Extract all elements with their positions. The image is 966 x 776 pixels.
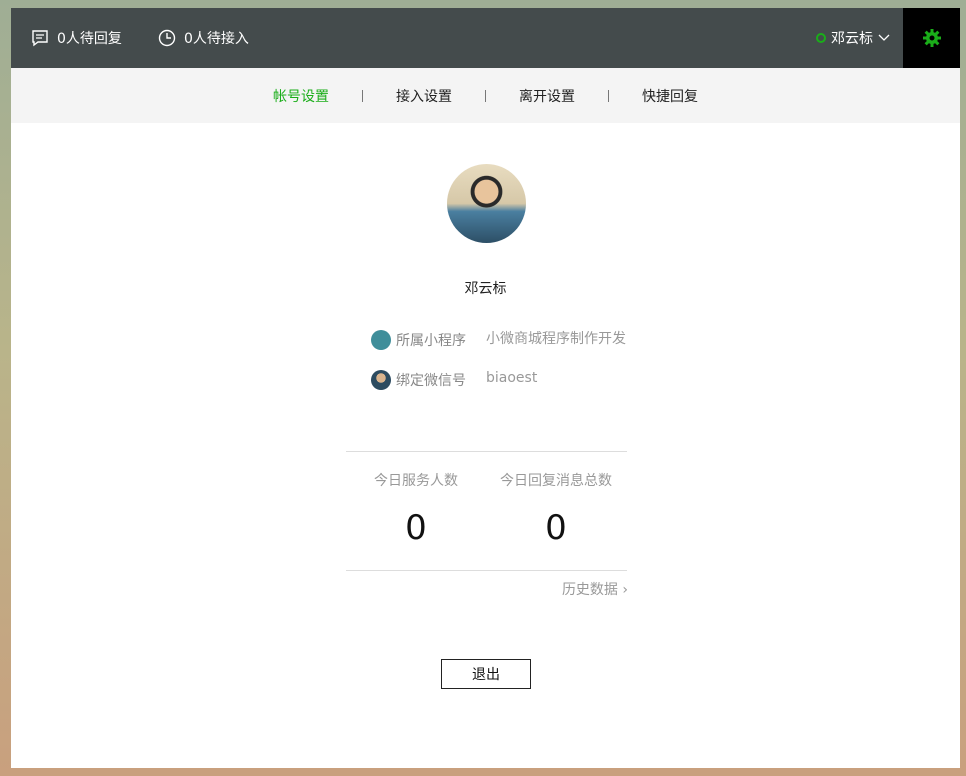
mini-program-icon	[371, 330, 391, 350]
stat-label-replies: 今日回复消息总数	[500, 473, 612, 489]
top-bar: 0人待回复 0人待接入 邓云标	[11, 8, 960, 68]
tab-account[interactable]: 帐号设置	[273, 86, 329, 106]
mini-program-value: 小微商城程序制作开发	[486, 331, 626, 347]
mini-program-label: 所属小程序	[396, 333, 466, 349]
history-data-label: 历史数据	[561, 582, 618, 598]
stat-value-served: 0	[405, 508, 427, 548]
tab-quick-reply[interactable]: 快捷回复	[642, 86, 698, 106]
pending-reply[interactable]: 0人待回复	[31, 8, 122, 68]
logout-button[interactable]: 退出	[441, 659, 531, 689]
user-menu[interactable]: 邓云标	[816, 8, 890, 68]
pending-reply-label: 0人待回复	[57, 31, 122, 47]
online-status-icon	[816, 33, 826, 43]
pending-access[interactable]: 0人待接入	[158, 8, 249, 68]
divider	[608, 89, 609, 102]
wechat-value: biaoest	[486, 370, 538, 386]
tab-access[interactable]: 接入设置	[396, 86, 452, 106]
gear-icon	[922, 29, 941, 47]
settings-tabs: 帐号设置 接入设置 离开设置 快捷回复	[11, 68, 960, 123]
chevron-down-icon	[878, 34, 890, 41]
mini-program-row: 所属小程序 小微商城程序制作开发	[371, 330, 626, 350]
settings-button[interactable]	[903, 8, 960, 68]
chat-icon	[32, 30, 48, 47]
divider	[346, 570, 627, 571]
wechat-label: 绑定微信号	[396, 373, 466, 389]
clock-icon	[158, 29, 176, 47]
divider	[346, 451, 627, 452]
user-name: 邓云标	[831, 31, 873, 47]
wechat-row: 绑定微信号 biaoest	[371, 370, 537, 390]
avatar	[447, 164, 526, 243]
divider	[485, 89, 486, 102]
tab-away[interactable]: 离开设置	[519, 86, 575, 106]
profile-name: 邓云标	[464, 281, 507, 297]
divider	[362, 89, 363, 102]
stat-label-served: 今日服务人数	[374, 473, 458, 489]
app-window: 0人待回复 0人待接入 邓云标 帐号设置 接入设置 离开设置 快捷回复 邓云标 …	[11, 8, 960, 768]
history-data-link[interactable]: 历史数据 ›	[562, 579, 628, 599]
chevron-right-icon: ›	[622, 582, 628, 598]
wechat-avatar-icon	[371, 370, 391, 390]
stat-value-replies: 0	[545, 508, 567, 548]
pending-access-label: 0人待接入	[184, 31, 249, 47]
